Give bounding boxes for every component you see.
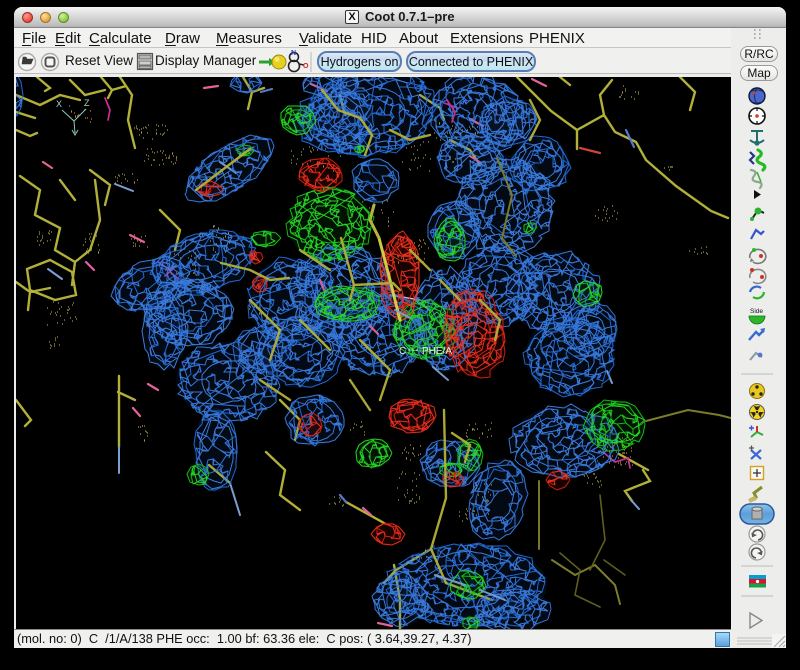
svg-text:Side: Side: [750, 308, 763, 315]
svg-text:C: C: [399, 346, 406, 357]
svg-text:PHE/A: PHE/A: [422, 346, 452, 357]
svg-text:O: O: [303, 63, 309, 70]
svg-text:N: N: [291, 50, 296, 57]
svg-text:Z: Z: [84, 98, 90, 108]
svg-text:X: X: [56, 99, 62, 109]
